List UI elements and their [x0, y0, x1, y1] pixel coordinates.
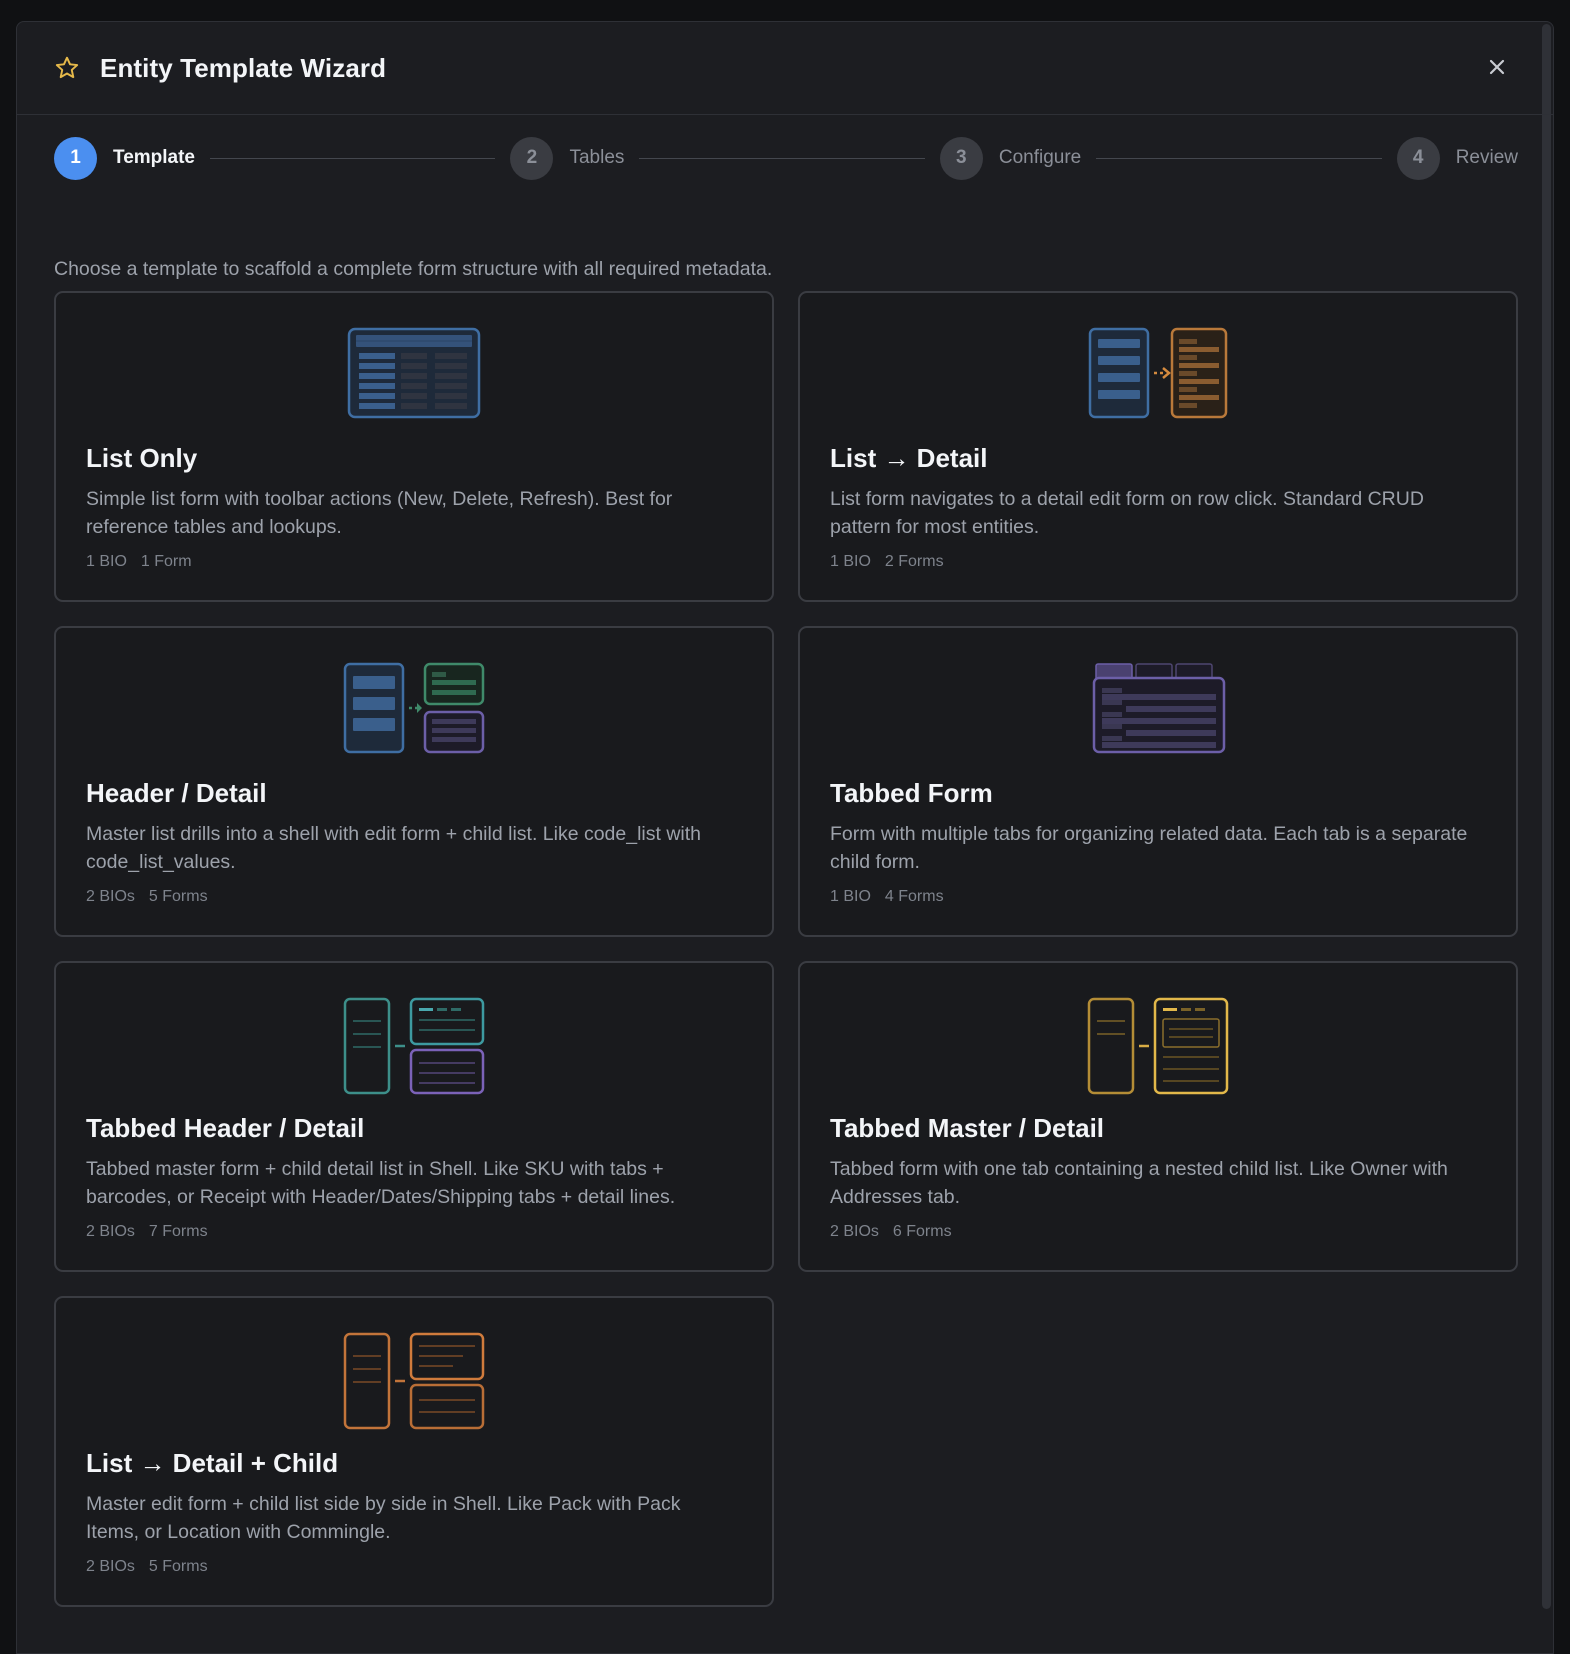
- template-card-list-detail-child[interactable]: List → Detail + Child Master edit form +…: [54, 1296, 774, 1607]
- card-title: List → Detail + Child: [86, 1448, 339, 1478]
- form-count: 6 Forms: [892, 1223, 952, 1240]
- step-tables[interactable]: 2 Tables: [510, 136, 625, 180]
- template-card-tabbed-master-detail[interactable]: Tabbed Master / Detail Tabbed form with …: [798, 961, 1518, 1272]
- step-number: 1: [54, 136, 97, 180]
- template-card-list-only[interactable]: List Only Simple list form with toolbar …: [54, 291, 774, 602]
- bio-count: 2 BIOs: [830, 1223, 879, 1240]
- card-meta: 1 BIO 2 Forms: [830, 553, 944, 571]
- step-template[interactable]: 1 Template: [54, 136, 196, 180]
- card-meta: 2 BIOs 6 Forms: [830, 1223, 952, 1241]
- step-label: Review: [1455, 147, 1518, 168]
- form-count: 5 Forms: [148, 1558, 208, 1575]
- star-icon: [55, 56, 79, 79]
- step-label: Tables: [569, 147, 625, 168]
- list-only-icon: [347, 327, 481, 419]
- card-description: Master edit form + child list side by si…: [86, 1493, 681, 1543]
- card-meta: 2 BIOs 5 Forms: [86, 888, 208, 906]
- template-grid: List Only Simple list form with toolbar …: [54, 291, 1518, 1607]
- step-number: 4: [1396, 136, 1440, 180]
- card-meta: 2 BIOs 5 Forms: [86, 1558, 208, 1576]
- card-title: List → Detail: [830, 443, 988, 473]
- form-count: 5 Forms: [148, 888, 208, 905]
- card-meta: 2 BIOs 7 Forms: [86, 1223, 208, 1241]
- scrollbar[interactable]: [1542, 24, 1551, 1609]
- template-card-list-detail[interactable]: List → Detail List form navigates to a d…: [798, 291, 1518, 602]
- step-configure[interactable]: 3 Configure: [939, 136, 1082, 180]
- bio-count: 1 BIO: [86, 553, 127, 570]
- form-count: 2 Forms: [884, 553, 944, 570]
- card-description: Tabbed form with one tab containing a ne…: [830, 1158, 1448, 1208]
- bio-count: 2 BIOs: [86, 1558, 135, 1575]
- bio-count: 1 BIO: [830, 553, 871, 570]
- intro-text: Choose a template to scaffold a complete…: [54, 258, 773, 280]
- card-title: Tabbed Form: [830, 778, 993, 808]
- card-description: Tabbed master form + child detail list i…: [86, 1158, 676, 1208]
- step-connector: [639, 157, 925, 159]
- card-description: List form navigates to a detail edit for…: [830, 488, 1424, 538]
- bio-count: 1 BIO: [830, 888, 871, 905]
- card-title: Header / Detail: [86, 778, 267, 808]
- wizard-stepper: 1 Template 2 Tables 3 Configure 4 Review: [54, 136, 1518, 180]
- tabbed-header-detail-icon: [343, 997, 485, 1095]
- step-label: Configure: [998, 147, 1082, 168]
- modal-header: Entity Template Wizard: [17, 22, 1553, 115]
- template-card-header-detail[interactable]: Header / Detail Master list drills into …: [54, 626, 774, 937]
- form-count: 4 Forms: [884, 888, 944, 905]
- card-meta: 1 BIO 1 Form: [86, 553, 192, 571]
- step-label: Template: [113, 147, 196, 168]
- step-number: 2: [510, 136, 554, 180]
- card-title: Tabbed Header / Detail: [86, 1113, 365, 1143]
- step-connector: [1096, 157, 1382, 159]
- card-title: List Only: [86, 443, 198, 473]
- modal-title: Entity Template Wizard: [100, 52, 387, 83]
- bio-count: 2 BIOs: [86, 888, 135, 905]
- step-connector: [210, 157, 496, 159]
- list-detail-child-icon: [343, 1332, 485, 1430]
- tabbed-master-detail-icon: [1087, 997, 1229, 1095]
- header-detail-icon: [343, 662, 485, 754]
- card-description: Simple list form with toolbar actions (N…: [86, 488, 673, 538]
- card-description: Master list drills into a shell with edi…: [86, 823, 702, 873]
- close-icon[interactable]: [1485, 55, 1509, 79]
- tabbed-form-icon: [1092, 663, 1226, 754]
- form-count: 1 Form: [140, 553, 192, 570]
- card-title: Tabbed Master / Detail: [830, 1113, 1105, 1143]
- template-wizard-modal: Entity Template Wizard 1 Template 2 Tabl…: [16, 21, 1554, 1654]
- card-description: Form with multiple tabs for organizing r…: [830, 823, 1468, 873]
- list-detail-icon: [1088, 327, 1228, 419]
- template-card-tabbed-header-detail[interactable]: Tabbed Header / Detail Tabbed master for…: [54, 961, 774, 1272]
- form-count: 7 Forms: [148, 1223, 208, 1240]
- step-review[interactable]: 4 Review: [1396, 136, 1518, 180]
- bio-count: 2 BIOs: [86, 1223, 135, 1240]
- card-meta: 1 BIO 4 Forms: [830, 888, 944, 906]
- template-card-tabbed-form[interactable]: Tabbed Form Form with multiple tabs for …: [798, 626, 1518, 937]
- step-number: 3: [939, 136, 983, 180]
